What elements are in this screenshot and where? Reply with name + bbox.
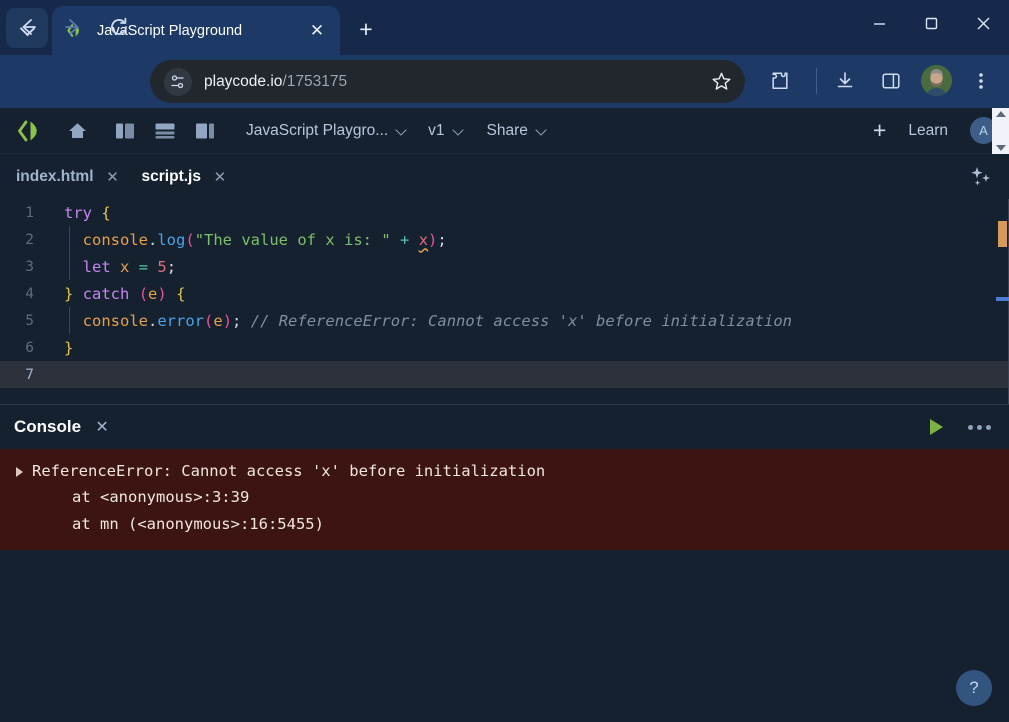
- browser-titlebar: JavaScript Playground ✕ +: [0, 0, 1009, 55]
- code-line: 1 try {: [0, 199, 1009, 226]
- project-name-dropdown[interactable]: JavaScript Playgro...: [246, 122, 406, 140]
- console-error-message: ReferenceError: Cannot access 'x' before…: [32, 462, 546, 480]
- code-editor[interactable]: 1 try { 2 console.log("The value of x is…: [0, 199, 1009, 404]
- share-label: Share: [486, 121, 528, 139]
- forward-icon[interactable]: [58, 12, 88, 42]
- code-line: 4 } catch (e) {: [0, 280, 1009, 307]
- dot: [967, 424, 973, 430]
- project-name-label: JavaScript Playgro...: [246, 121, 389, 139]
- toolbar-divider-line: [816, 68, 817, 94]
- scroll-down-icon[interactable]: [995, 145, 1006, 151]
- line-number: 3: [25, 258, 34, 275]
- chevron-down-icon: [397, 126, 406, 135]
- file-tab-label: index.html: [16, 167, 94, 185]
- code-line: 6 }: [0, 334, 1009, 361]
- chevron-down-icon: [537, 126, 546, 135]
- close-window-icon[interactable]: [957, 0, 1009, 46]
- browser-menu-icon[interactable]: [964, 64, 998, 98]
- file-tab-label: script.js: [141, 167, 201, 185]
- layout-split-right-icon[interactable]: [188, 115, 222, 147]
- playcode-logo[interactable]: [14, 118, 48, 144]
- console-title: Console: [14, 417, 82, 436]
- ai-sparkle-icon[interactable]: [965, 162, 995, 192]
- home-icon[interactable]: [60, 115, 94, 147]
- more-options-icon[interactable]: [961, 410, 997, 444]
- code-line: 3 let x = 5;: [0, 253, 1009, 280]
- window-controls: [853, 0, 1009, 46]
- extensions-icon[interactable]: [763, 64, 797, 98]
- browser-tab[interactable]: JavaScript Playground ✕: [52, 6, 340, 55]
- back-icon[interactable]: [13, 12, 43, 42]
- line-number: 4: [25, 285, 34, 302]
- close-icon[interactable]: ✕: [211, 168, 229, 186]
- url-path: /1753175: [282, 72, 348, 90]
- line-number: 1: [25, 204, 34, 221]
- console-error-entry[interactable]: ReferenceError: Cannot access 'x' before…: [0, 449, 1009, 550]
- help-button[interactable]: ?: [956, 670, 992, 706]
- code-line-active: 7: [0, 361, 1009, 388]
- layout-split-horizontal-icon[interactable]: [148, 115, 182, 147]
- side-panel-icon[interactable]: [874, 64, 908, 98]
- app-toolbar: JavaScript Playgro... v1 Share + Learn A: [0, 108, 1009, 154]
- code-text[interactable]: }: [46, 339, 1009, 357]
- console-stack-line: at <anonymous>:3:39: [72, 488, 250, 506]
- scroll-up-icon[interactable]: [995, 111, 1006, 117]
- console-error-header[interactable]: ReferenceError: Cannot access 'x' before…: [0, 458, 1009, 484]
- code-text[interactable]: console.log("The value of x is: " + x);: [46, 231, 1009, 249]
- console-output-area[interactable]: [0, 550, 1009, 693]
- version-dropdown[interactable]: v1: [428, 122, 462, 140]
- maximize-icon[interactable]: [905, 0, 957, 46]
- close-icon[interactable]: ✕: [104, 168, 122, 186]
- url-text: playcode.io/1753175: [204, 73, 705, 91]
- learn-link[interactable]: Learn: [908, 122, 948, 140]
- reload-icon[interactable]: [104, 12, 134, 42]
- code-text[interactable]: try {: [46, 204, 1009, 222]
- file-tab-index-html[interactable]: index.html ✕: [14, 154, 128, 199]
- code-line: 2 console.log("The value of x is: " + x)…: [0, 226, 1009, 253]
- line-number: 6: [25, 339, 34, 356]
- line-number: 7: [25, 366, 34, 383]
- close-icon[interactable]: ✕: [304, 18, 330, 44]
- layout-split-left-icon[interactable]: [108, 115, 142, 147]
- code-line: 5 console.error(e); // ReferenceError: C…: [0, 307, 1009, 334]
- chevron-down-icon: [454, 126, 463, 135]
- dot: [976, 424, 982, 430]
- disclosure-triangle-icon[interactable]: [16, 467, 23, 477]
- console-stack-line: at mn (<anonymous>:16:5455): [72, 515, 324, 533]
- close-icon[interactable]: ✕: [93, 417, 111, 437]
- minimize-icon[interactable]: [853, 0, 905, 46]
- line-number: 5: [25, 312, 34, 329]
- url-host: playcode.io: [204, 72, 283, 90]
- run-play-icon[interactable]: [919, 410, 953, 444]
- new-tab-button[interactable]: +: [348, 12, 384, 46]
- share-dropdown[interactable]: Share: [487, 122, 546, 140]
- add-file-button[interactable]: +: [873, 119, 886, 142]
- code-text[interactable]: let x = 5;: [46, 258, 1009, 276]
- dot: [985, 424, 991, 430]
- page-settings-icon[interactable]: [164, 67, 192, 96]
- version-label: v1: [428, 121, 445, 139]
- file-tab-script-js[interactable]: script.js ✕: [140, 154, 235, 199]
- downloads-icon[interactable]: [828, 64, 862, 98]
- browser-window: JavaScript Playground ✕ + playcode.io/17…: [0, 0, 1009, 722]
- file-tab-bar: index.html ✕ script.js ✕: [0, 154, 1009, 199]
- layout-options: [108, 115, 222, 147]
- window-scroll-arrows[interactable]: [992, 108, 1009, 154]
- address-bar[interactable]: playcode.io/1753175: [150, 60, 745, 103]
- line-number: 2: [25, 231, 34, 248]
- code-text[interactable]: console.error(e); // ReferenceError: Can…: [46, 312, 1009, 330]
- code-text[interactable]: } catch (e) {: [46, 285, 1009, 303]
- console-header: Console ✕: [0, 404, 1009, 449]
- playcode-app: JavaScript Playgro... v1 Share + Learn A…: [0, 108, 1009, 722]
- profile-avatar[interactable]: [921, 65, 952, 96]
- star-icon[interactable]: [705, 66, 737, 98]
